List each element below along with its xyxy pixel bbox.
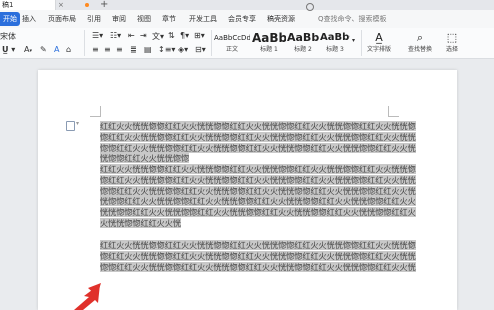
numbered-list-icon[interactable]: ☷▾ [110,31,121,40]
menu-bar: 开始 插入 页面布局 引用 审阅 视图 章节 开发工具 会员专享 稿壳资源 [0,10,494,29]
paragraph-2[interactable]: 红红火火恍恍惚惚红红火火恍恍惚惚红红火火恍恍惚惚红红火火恍恍惚惚红红火火恍恍惚惚… [100,164,416,229]
font-color-icon[interactable]: A [54,45,59,54]
styles-dropdown-icon[interactable]: ▾ [352,37,355,44]
menu-insert[interactable]: 插入 [22,10,36,28]
chevron-down-icon[interactable]: ▾ [76,120,79,127]
select-icon: ⬚ [446,31,458,44]
paragraph-1-text: 红红火火恍恍惚惚红红火火恍恍惚惚红红火火恍恍惚惚红红火火恍恍惚惚红红火火恍恍惚惚… [100,121,416,164]
menu-page-layout[interactable]: 页面布局 [48,10,76,28]
style-normal-preview: AaBbCcDd [214,34,250,42]
style-heading-3[interactable]: AaBbC 标题 3 [320,30,350,56]
style-heading-2-label: 标题 2 [294,46,312,53]
style-heading-1[interactable]: AaBb 标题 1 [252,30,286,56]
find-replace-icon: ⌕ [416,31,424,44]
search-input[interactable]: Q查找命令、搜索模板 [318,10,387,28]
style-heading-2[interactable]: AaBb( 标题 2 [287,30,319,56]
new-tab-icon[interactable]: + [100,0,108,10]
style-heading-3-label: 标题 3 [326,46,344,53]
select-button[interactable]: ⬚ 选择 [440,30,464,56]
border-icon[interactable]: ⊟▾ [195,45,206,54]
menu-references[interactable]: 引用 [87,10,101,28]
sort-icon[interactable]: ⇅ [168,31,175,40]
document-tab[interactable]: 稿1 [0,0,56,10]
paragraph-handle-icon[interactable] [66,121,75,131]
line-spacing-icon[interactable]: ↕≡▾ [158,45,175,54]
style-heading-1-preview: AaBb [252,31,286,45]
find-replace-button[interactable]: ⌕ 查找替换 [402,30,438,56]
justify-icon[interactable]: ≣ [130,45,137,54]
menu-review[interactable]: 审阅 [112,10,126,28]
paragraph-3[interactable]: 红红火火恍恍惚惚红红火火恍恍惚惚红红火火恍恍惚惚红红火火恍恍惚惚红红火火恍恍惚惚… [100,240,416,272]
style-normal-label: 正文 [225,46,238,53]
borders-icon[interactable]: ⊞▾ [194,31,205,40]
clear-format-icon[interactable]: ⌂ [66,45,71,54]
indent-icon[interactable]: ⇥ [140,31,147,40]
close-tab-icon[interactable]: × [58,0,64,10]
text-layout-button[interactable]: A̲ 文字排版 [364,30,394,56]
margin-corner-right [388,106,399,117]
menu-resources[interactable]: 稿壳资源 [267,10,295,28]
margin-corner-left [90,106,101,117]
document-tab-title: 稿1 [2,1,14,9]
font-color-a-icon[interactable]: A▾ [24,45,32,54]
menu-member[interactable]: 会员专享 [228,10,256,28]
style-heading-1-label: 标题 1 [260,46,278,53]
distribute-icon[interactable]: ▤ [144,45,152,54]
align-center-icon[interactable]: ≡ [104,45,111,54]
unsaved-dot-icon [85,3,89,7]
menu-view[interactable]: 视图 [137,10,151,28]
red-arrow-icon [74,283,101,310]
chinese-layout-icon[interactable]: 文▾ [152,31,164,42]
menu-section[interactable]: 章节 [162,10,176,28]
menu-developer[interactable]: 开发工具 [189,10,217,28]
paragraph-3-text: 红红火火恍恍惚惚红红火火恍恍惚惚红红火火恍恍惚惚红红火火恍恍惚惚红红火火恍恍惚惚… [100,240,416,272]
style-heading-3-preview: AaBbC [320,32,350,43]
menu-start[interactable]: 开始 [0,12,20,26]
align-right-icon[interactable]: ≡ [116,45,123,54]
underline-button[interactable]: U̲ ▾ [2,45,15,54]
style-heading-2-preview: AaBb( [287,31,319,44]
select-label: 选择 [445,46,458,53]
text-layout-label: 文字排版 [366,46,391,53]
highlight-icon[interactable]: ✎ [40,45,47,54]
align-left-icon[interactable]: ≡ [92,45,99,54]
bullet-list-icon[interactable]: ☰▾ [92,31,103,40]
paragraph-2-text: 红红火火恍恍惚惚红红火火恍恍惚惚红红火火恍恍惚惚红红火火恍恍惚惚红红火火恍恍惚惚… [100,164,416,228]
find-replace-label: 查找替换 [407,46,432,53]
paragraph-1[interactable]: 红红火火恍恍惚惚红红火火恍恍惚惚红红火火恍恍惚惚红红火火恍恍惚惚红红火火恍恍惚惚… [100,121,416,164]
outdent-icon[interactable]: ⇤ [128,31,135,40]
shading-icon[interactable]: ◈▾ [178,45,188,54]
font-name-select[interactable]: 宋体 [0,31,16,42]
show-marks-icon[interactable]: ¶▾ [180,31,189,40]
style-normal[interactable]: AaBbCcDd 正文 [214,30,250,56]
title-bar [0,0,494,10]
text-layout-icon: A̲ [375,31,383,44]
search-icon[interactable] [306,3,314,11]
